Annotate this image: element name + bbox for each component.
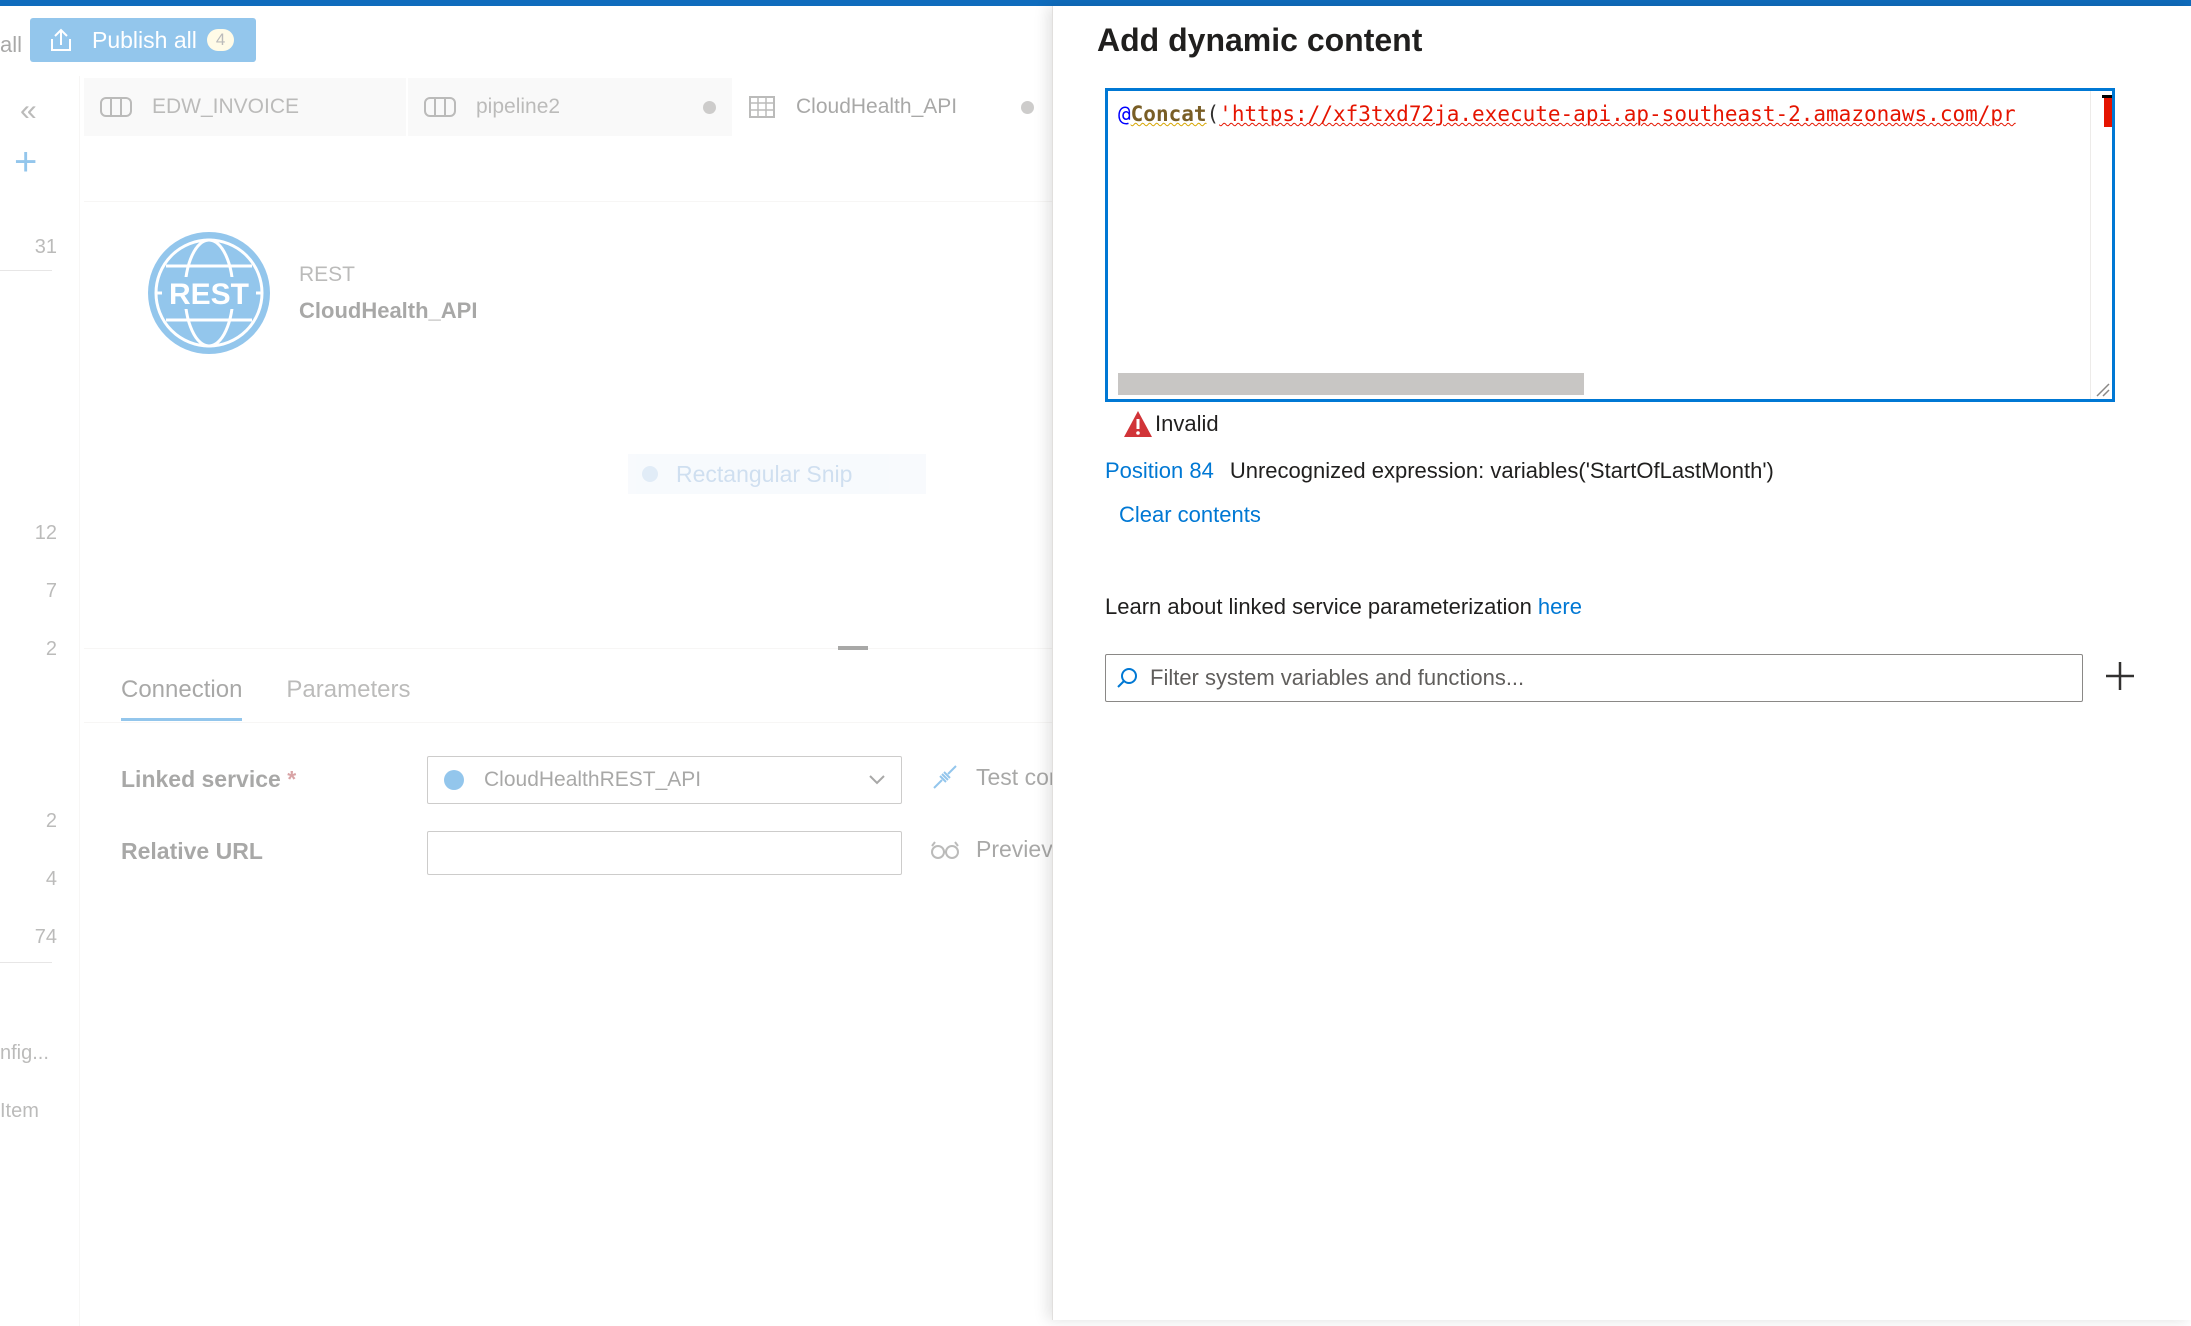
unsaved-dot [703,100,716,114]
publish-toolbar: all Publish all 4 [0,18,1052,66]
factory-resources-pane: « + 31 12 7 2 2 4 74 nfig... Item [0,76,80,1326]
validation-status: Invalid [1123,410,1219,438]
error-message: Position 84 Unrecognized expression: vari… [1105,458,1774,484]
learn-here-link[interactable]: here [1538,594,1582,619]
error-text: Unrecognized expression: variables('Star… [1229,458,1774,483]
publish-count-badge: 4 [206,29,235,51]
warning-icon [1124,411,1152,437]
resource-count: 74 [34,926,57,948]
preview-label: Previev [976,836,1053,862]
dataset-type: REST [299,263,356,286]
panel-title: Add dynamic content [1097,22,1423,58]
snip-label: Rectangular Snip [676,460,853,487]
tab-cloudhealth-api[interactable]: CloudHealth_API [734,78,1052,136]
rest-logo-icon: REST [148,232,270,354]
relative-url-input[interactable] [427,831,902,875]
editor-tabs: EDW_INVOICE pipeline2 CloudHealth_API [84,78,1052,136]
status-text: Invalid [1155,411,1219,436]
test-connection-button[interactable]: Test cor [930,762,1057,792]
pipeline-icon [100,97,132,117]
snip-overlay: Rectangular Snip [628,454,926,494]
collapse-icon[interactable]: « [20,94,37,128]
vertical-scrollbar[interactable] [2090,91,2112,399]
test-connection-label: Test cor [976,763,1057,790]
linked-service-label: Linked service * [121,766,297,792]
tab-label: pipeline2 [476,95,561,118]
rest-service-icon [444,770,464,790]
linked-service-value: CloudHealthREST_API [484,768,702,791]
tab-edw-invoice[interactable]: EDW_INVOICE [84,78,408,136]
required-marker: * [287,766,297,792]
divider [0,962,52,963]
chevron-down-icon [869,775,885,785]
dataset-name: CloudHealth_API [299,298,478,323]
expression-paren: ( [1206,102,1220,126]
plug-icon [933,765,957,789]
resource-count: 7 [45,580,57,602]
tab-parameters[interactable]: Parameters [286,676,410,721]
search-icon [1117,668,1137,688]
linked-service-select[interactable]: CloudHealthREST_API [427,756,902,804]
glasses-icon [931,840,959,859]
resize-grip-icon[interactable] [2094,381,2110,397]
table-icon [749,96,775,118]
pipeline-icon [424,97,456,117]
snip-icon [642,466,658,482]
add-icon[interactable] [2100,656,2140,696]
error-position-link[interactable]: Position 84 [1105,458,1214,483]
resource-count: 4 [45,868,57,890]
divider [0,270,52,271]
canvas-toolbar [84,136,1052,202]
tabs-divider [84,722,1052,723]
properties-tabs: Connection Parameters [121,676,410,721]
learn-text: Learn about linked service parameterizat… [1105,594,1538,619]
horizontal-scrollbar[interactable] [1118,373,1584,395]
splitter-handle[interactable] [838,646,868,650]
resource-count: 12 [34,522,57,544]
expression-string: 'https://xf3txd72ja.execute-api.ap-south… [1219,102,2016,126]
splitter [84,648,1052,649]
resource-count: 2 [45,638,57,660]
filter-placeholder: Filter system variables and functions... [1150,665,1525,690]
validate-all-label[interactable]: all [0,32,22,58]
add-resource-icon[interactable]: + [14,140,37,185]
rest-logo-text: REST [169,278,249,311]
filter-functions-input[interactable]: Filter system variables and functions... [1105,654,2083,702]
dynamic-content-panel: Add dynamic content @Concat('https://xf3… [1052,6,2191,1320]
tab-pipeline2[interactable]: pipeline2 [408,78,734,136]
expression-function: Concat [1130,102,1207,126]
publish-all-label: Publish all [92,26,197,53]
clear-contents-link[interactable]: Clear contents [1119,502,1261,528]
publish-all-button[interactable]: Publish all 4 [30,18,256,62]
nav-item-config[interactable]: nfig... [0,1042,49,1065]
upload-icon [51,28,71,51]
tab-label: CloudHealth_API [796,95,958,118]
resource-count: 31 [34,236,57,258]
expression-code: @Concat('https://xf3txd72ja.execute-api.… [1118,99,2016,129]
background-workspace: all Publish all 4 « + 31 12 7 2 2 4 74 n… [0,6,1057,1326]
tab-connection[interactable]: Connection [121,676,243,721]
nav-item-item[interactable]: Item [0,1100,39,1123]
expression-at: @ [1118,102,1131,126]
resource-count: 2 [45,810,57,832]
unsaved-dot [1021,100,1034,114]
preview-data-button[interactable]: Previev [930,836,1053,863]
relative-url-label: Relative URL [121,838,263,864]
tab-label: EDW_INVOICE [152,95,300,118]
expression-editor[interactable]: @Concat('https://xf3txd72ja.execute-api.… [1105,88,2115,402]
learn-about-text: Learn about linked service parameterizat… [1105,594,1582,620]
